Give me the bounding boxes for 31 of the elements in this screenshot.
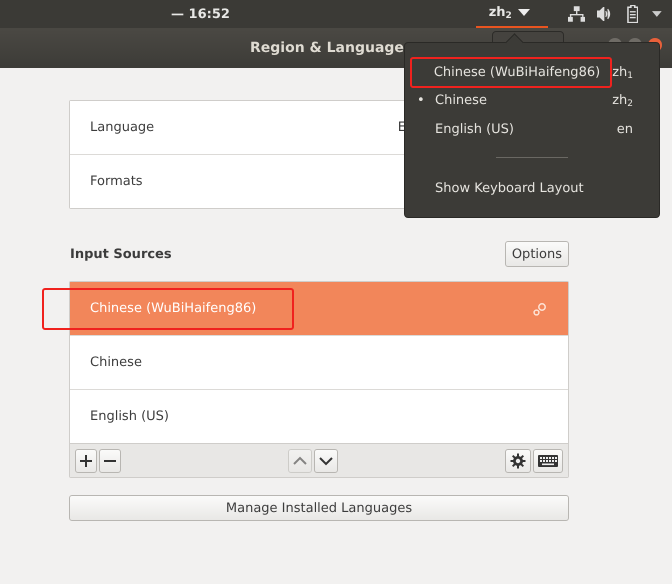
chevron-down-icon [319,454,333,466]
move-down-button[interactable] [314,448,338,472]
menu-item[interactable]: Chinese (WuBiHaifeng86) zh$_{1}$ [405,57,659,88]
add-button[interactable] [75,448,97,472]
menu-item-shortcut: zh$_{2}$ [612,92,633,108]
menu-item-label: English (US) [435,122,515,137]
caret-icon[interactable] [652,11,662,17]
settings-icon [510,452,526,468]
chevron-up-icon [293,454,307,466]
network-icon[interactable] [568,6,586,22]
battery-icon[interactable] [626,5,638,23]
clock[interactable]: — 16:52 [171,6,423,22]
input-source-label: Chinese [90,355,142,370]
settings-label: Language [90,120,154,135]
manage-languages-button[interactable]: Manage Installed Languages [69,495,569,521]
caret-icon [518,9,530,17]
settings-button[interactable] [505,448,531,472]
menu-item-shortcut: zh$_{1}$ [612,64,633,80]
options-button[interactable]: Options [504,241,569,267]
keyboard-button[interactable] [533,448,563,472]
window-title: Region & Language [250,40,404,56]
volume-icon[interactable] [597,7,613,21]
menu-item-shortcut: en [616,122,633,137]
section-heading: Input Sources [70,246,172,262]
plus-icon [80,454,92,466]
annotated-menu-item-label: Chinese (WuBiHaifeng86) [410,57,612,88]
remove-button[interactable] [99,448,121,472]
keyboard-icon [538,454,558,466]
settings-label: Formats [90,174,143,189]
input-source-label: Chinese (WuBiHaifeng86) [90,301,256,316]
input-source-label: English (US) [90,409,169,424]
